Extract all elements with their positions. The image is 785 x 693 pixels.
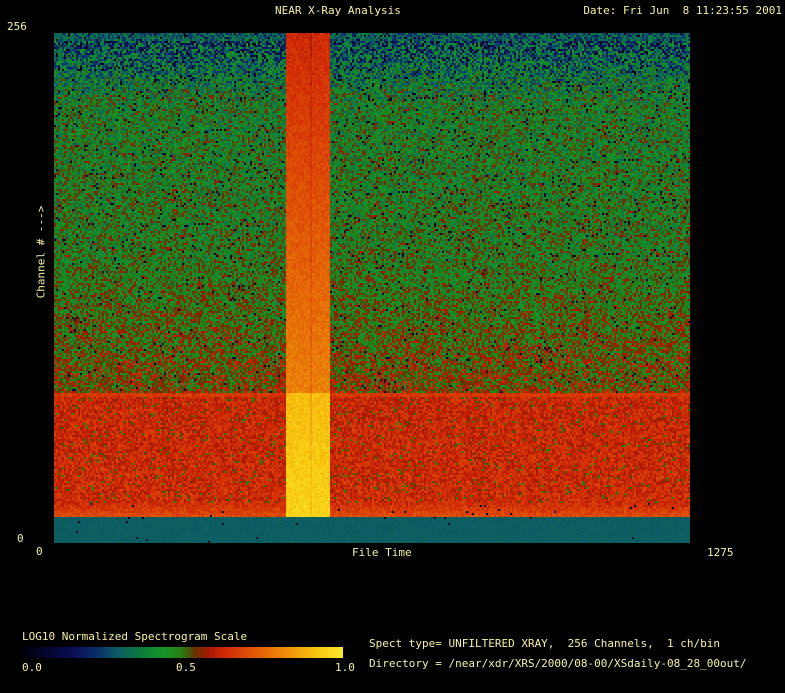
near-xray-analysis-window: NEAR X-Ray Analysis Date: Fri Jun 8 11:2…: [0, 0, 785, 693]
x-axis-max-label: 1275: [707, 546, 734, 559]
colorbar-tick-min: 0.0: [22, 661, 42, 674]
x-axis-min-label: 0: [36, 545, 43, 558]
colorbar-gradient: [22, 647, 343, 658]
page-title: NEAR X-Ray Analysis: [275, 4, 401, 17]
y-axis-title: Channel # --->: [35, 206, 48, 299]
y-axis-max-label: 256: [7, 20, 27, 33]
y-axis-min-label: 0: [17, 532, 24, 545]
spectrogram-image: [54, 33, 690, 543]
colorbar-title: LOG10 Normalized Spectrogram Scale: [22, 630, 247, 643]
colorbar-tick-max: 1.0: [335, 661, 355, 674]
spect-type-label: Spect type= UNFILTERED XRAY, 256 Channel…: [369, 637, 720, 650]
date-label: Date: Fri Jun 8 11:23:55 2001: [583, 4, 782, 17]
colorbar-tick-mid: 0.5: [176, 661, 196, 674]
x-axis-title: File Time: [352, 546, 412, 559]
directory-label: Directory = /near/xdr/XRS/2000/08-00/XSd…: [369, 657, 747, 670]
